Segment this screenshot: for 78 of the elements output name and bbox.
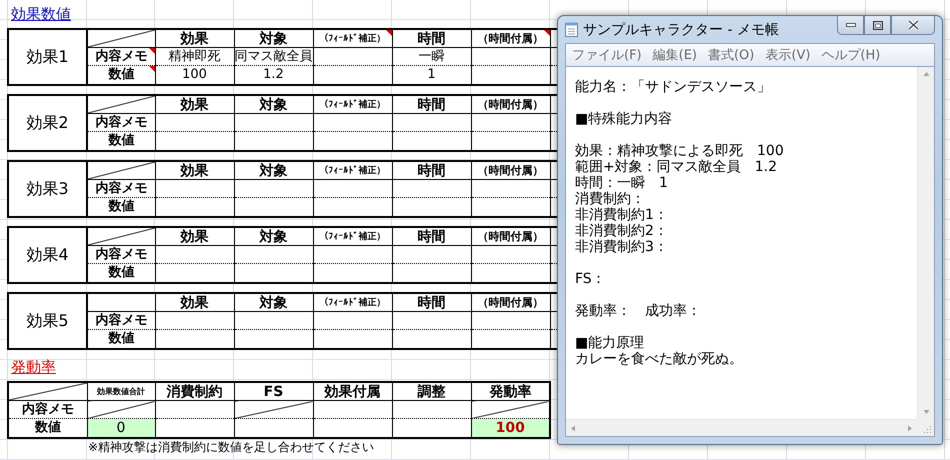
row-label: 内容メモ [87, 246, 155, 264]
value-cell: 0 [87, 418, 155, 438]
column-header: 時間 [392, 95, 471, 114]
text-line: ■特殊能力内容 [575, 111, 672, 127]
row-header-cell: 効果2 [8, 95, 87, 151]
menu-item[interactable]: ヘルプ(H) [821, 46, 880, 64]
column-header: 効果 [155, 227, 234, 246]
footnote: ※精神攻撃は消費制約に数値を足し合わせてください [87, 440, 374, 454]
row-label: 内容メモ [87, 312, 155, 330]
column-header: 調整 [392, 382, 471, 400]
text-line: ■能力原理 [575, 335, 644, 351]
section-title[interactable]: 効果数値 [7, 5, 71, 25]
value-cell: 100 [471, 418, 550, 438]
table-cell: 精神即死 [155, 48, 234, 66]
row-label: 内容メモ [87, 180, 155, 198]
column-header: 対象 [234, 95, 313, 114]
column-header: 効果 [155, 293, 234, 312]
column-header: （時間付属） [471, 227, 550, 246]
row-header-cell: 効果1 [8, 29, 87, 85]
text-line: 時間：一瞬 1 [575, 175, 668, 191]
column-header: （ﾌｨｰﾙﾄﾞ補正） [313, 293, 392, 312]
row-label: 内容メモ [87, 48, 155, 66]
column-header: 効果付属 [313, 382, 392, 400]
row-label: 数値 [87, 330, 155, 349]
column-header: 対象 [234, 29, 313, 48]
row-label: 内容メモ [8, 400, 87, 418]
column-header: 効果数値合計 [87, 382, 155, 400]
column-header: （ﾌｨｰﾙﾄﾞ補正） [313, 227, 392, 246]
column-header: 対象 [234, 293, 313, 312]
column-header: 時間 [392, 161, 471, 180]
row-label: 数値 [87, 264, 155, 283]
column-header: （時間付属） [471, 95, 550, 114]
text-line: 発動率： 成功率： [575, 303, 701, 319]
row-label: 数値 [8, 418, 87, 438]
text-line: 非消費制約3： [575, 239, 668, 255]
menu-item[interactable]: 書式(O) [708, 46, 754, 64]
text-line: 消費制約： [575, 191, 645, 207]
column-header: 効果 [155, 161, 234, 180]
row-label: 数値 [87, 132, 155, 151]
menu-item[interactable]: ファイル(F) [572, 46, 642, 64]
table-cell: 一瞬 [392, 48, 471, 66]
column-header: 対象 [234, 161, 313, 180]
row-label: 内容メモ [87, 114, 155, 132]
text-line: カレーを食べた敵が死ぬ。 [575, 351, 743, 367]
section-title[interactable]: 発動率 [7, 358, 56, 378]
column-header: （時間付属） [471, 161, 550, 180]
menu-item[interactable]: 編集(E) [652, 46, 697, 64]
column-header: 時間 [392, 227, 471, 246]
text-line: 能力名：「サドンデスソース」 [575, 79, 771, 95]
column-header: FS [234, 382, 313, 400]
column-header: 効果 [155, 95, 234, 114]
column-header: 発動率 [471, 382, 550, 400]
row-header-cell: 効果3 [8, 161, 87, 217]
table-cell: 1.2 [234, 66, 313, 85]
column-header: 効果 [155, 29, 234, 48]
column-header: （ﾌｨｰﾙﾄﾞ補正） [313, 161, 392, 180]
row-label: 数値 [87, 198, 155, 217]
window-title: サンプルキャラクター - メモ帳 [583, 20, 780, 38]
text-line: 範囲+対象：同マス敵全員 1.2 [575, 159, 777, 175]
row-label: 数値 [87, 66, 155, 85]
table-cell: 同マス敵全員 [234, 48, 313, 66]
row-header-cell: 効果5 [8, 293, 87, 349]
table-cell: 1 [392, 66, 471, 85]
column-header: （時間付属） [471, 29, 550, 48]
column-header: （ﾌｨｰﾙﾄﾞ補正） [313, 95, 392, 114]
column-header: 時間 [392, 293, 471, 312]
column-header: （ﾌｨｰﾙﾄﾞ補正） [313, 29, 392, 48]
column-header: 時間 [392, 29, 471, 48]
text-line: FS： [575, 271, 606, 287]
text-line: 効果：精神攻撃による即死 100 [575, 143, 784, 159]
menu-item[interactable]: 表示(V) [765, 46, 810, 64]
column-header: 消費制約 [155, 382, 234, 400]
table-cell: 100 [155, 66, 234, 85]
text-line: 非消費制約2： [575, 223, 668, 239]
column-header: （時間付属） [471, 293, 550, 312]
column-header: 対象 [234, 227, 313, 246]
row-header-cell: 効果4 [8, 227, 87, 283]
text-line: 非消費制約1： [575, 207, 668, 223]
